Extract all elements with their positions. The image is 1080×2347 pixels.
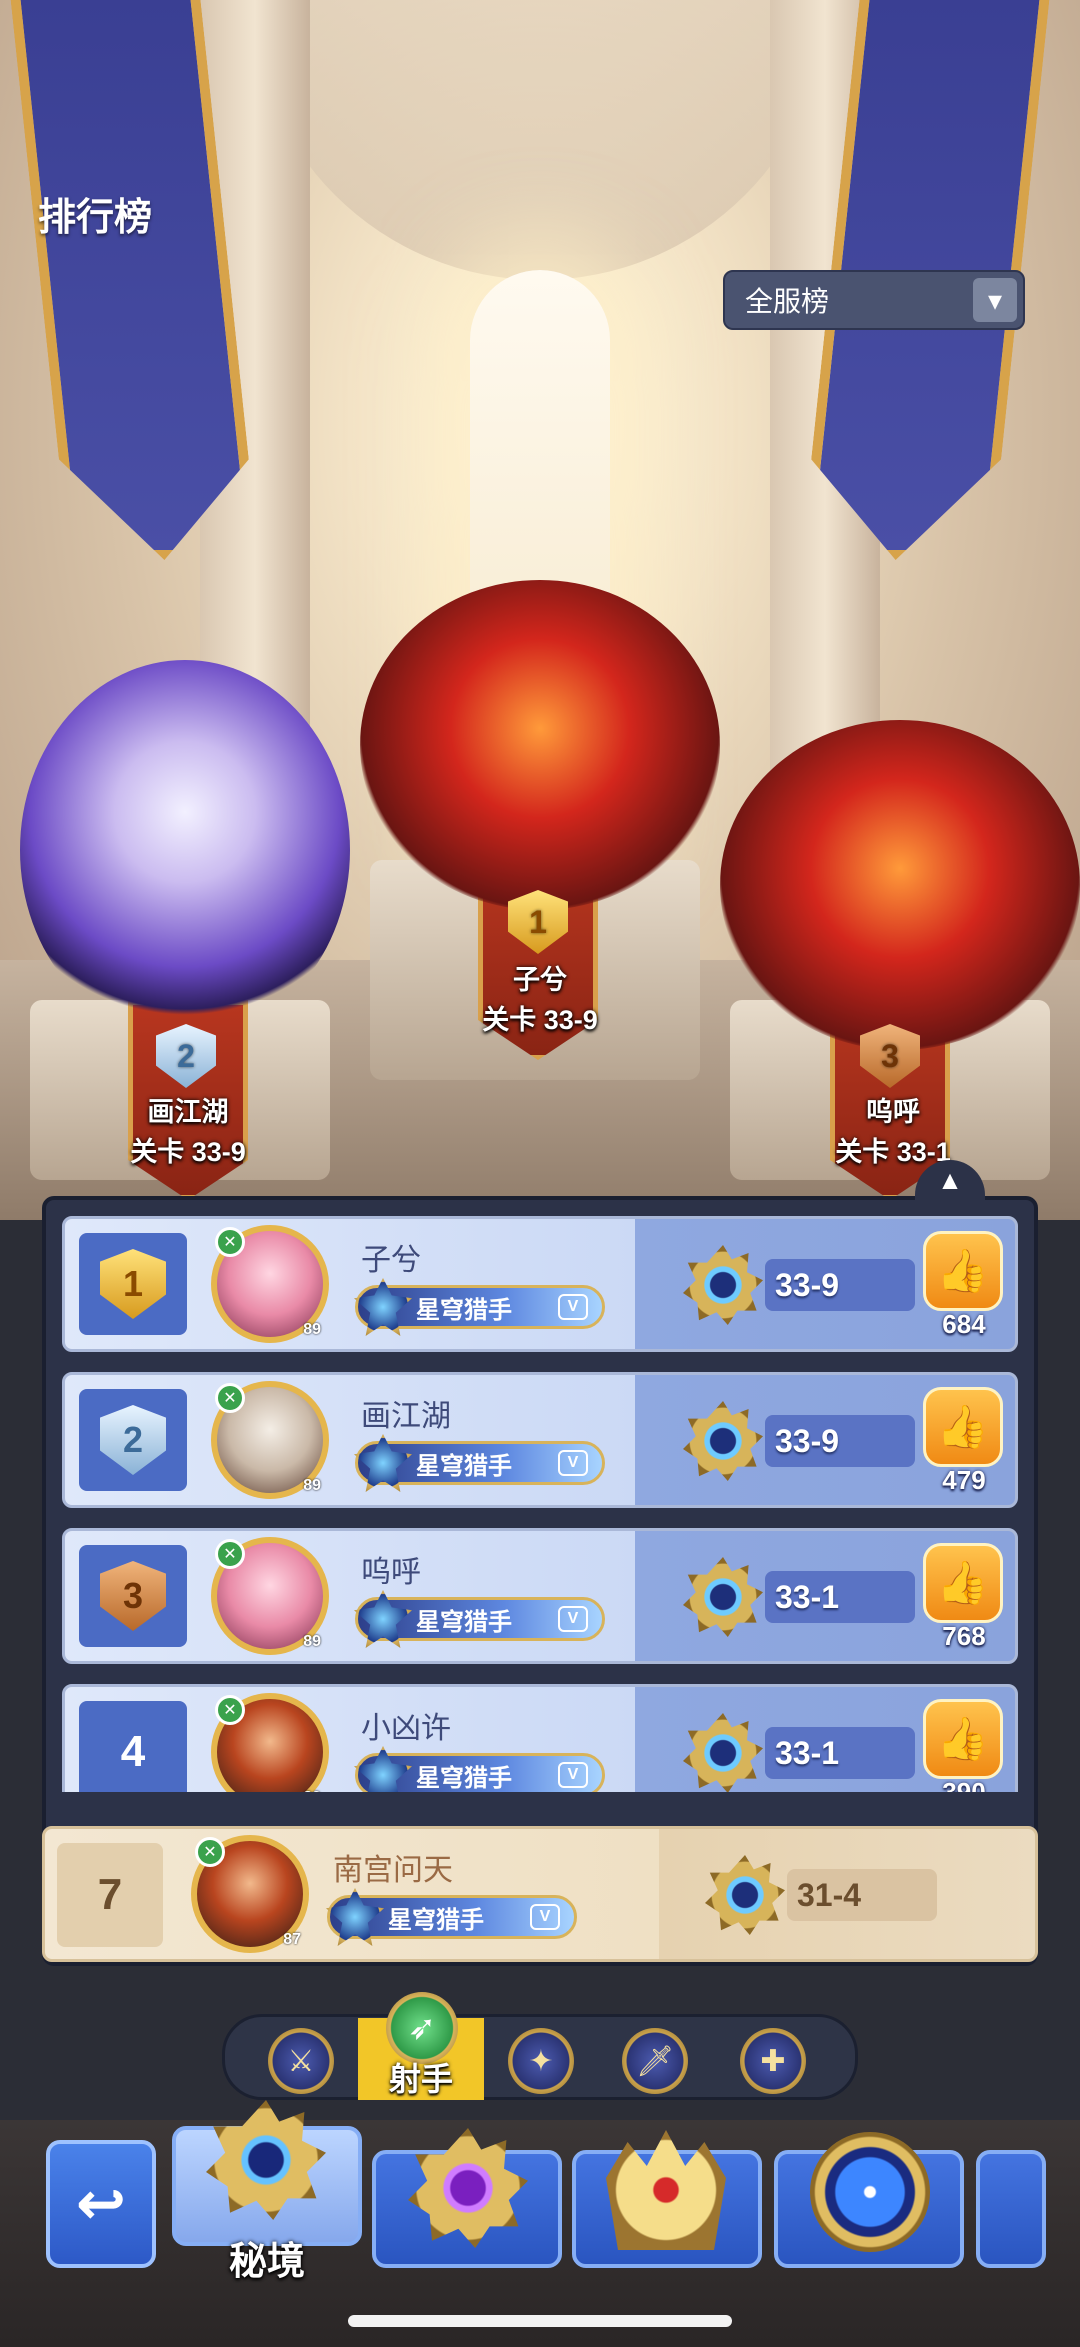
title-label: 星穹猎手 bbox=[416, 1764, 512, 1792]
home-indicator[interactable] bbox=[348, 2315, 732, 2327]
rank-box: 1 bbox=[79, 1233, 187, 1335]
leaderboard-row[interactable]: 1 ✕ 89 子兮 星穹猎手 V 33-9 👍 684 bbox=[62, 1216, 1018, 1352]
class-tag-icon: ✕ bbox=[215, 1227, 245, 1257]
crown-emblem-icon bbox=[606, 2130, 726, 2250]
secret-realm-emblem-icon bbox=[705, 1855, 785, 1935]
player-level: 89 bbox=[303, 1789, 321, 1792]
class-tag-icon: ✕ bbox=[195, 1837, 225, 1867]
thumbs-up-icon[interactable]: 👍 bbox=[923, 1387, 1003, 1467]
title-badge: 星穹猎手 V bbox=[354, 1278, 605, 1336]
rank-box: 4 bbox=[79, 1701, 187, 1792]
my-name: 南宫问天 bbox=[333, 1854, 453, 1887]
title-badge: 星穹猎手 V bbox=[354, 1746, 605, 1792]
leaderboard-row[interactable]: 2 ✕ 89 画江湖 星穹猎手 V 33-9 👍 479 bbox=[62, 1372, 1018, 1508]
server-filter-dropdown[interactable]: 全服榜 ▾ bbox=[723, 270, 1025, 330]
rank-badge: 2 bbox=[100, 1405, 166, 1475]
class-tag-icon: ✕ bbox=[215, 1383, 245, 1413]
secret-realm-emblem-icon bbox=[683, 1401, 763, 1481]
stage-value: 33-1 bbox=[765, 1727, 915, 1779]
player-level: 89 bbox=[303, 1477, 321, 1494]
secret-realm-emblem-icon bbox=[683, 1245, 763, 1325]
thumbs-up-icon[interactable]: 👍 bbox=[923, 1699, 1003, 1779]
vip-mark: V bbox=[558, 1762, 588, 1788]
class-tag-icon: ✕ bbox=[215, 1539, 245, 1569]
my-rank-box: 7 bbox=[57, 1843, 163, 1947]
stage-value: 33-9 bbox=[765, 1415, 915, 1467]
title-badge: 星穹猎手 V bbox=[354, 1434, 605, 1492]
title-crest-icon bbox=[354, 1590, 412, 1648]
player-level: 89 bbox=[303, 1321, 321, 1338]
podium-first-name: 子兮 bbox=[513, 965, 567, 995]
secret-realm-emblem-icon bbox=[683, 1713, 763, 1792]
tab-partial-emblem[interactable] bbox=[976, 2150, 1046, 2268]
player-name: 呜呼 bbox=[361, 1556, 421, 1589]
leaderboard-row[interactable]: 4 ✕ 89 小凶许 星穹猎手 V 33-1 👍 390 bbox=[62, 1684, 1018, 1792]
hero-first[interactable] bbox=[360, 580, 720, 910]
title-crest-icon bbox=[326, 1888, 384, 1946]
thumbs-up-icon[interactable]: 👍 bbox=[923, 1543, 1003, 1623]
class-filter-active-label[interactable]: 射手 bbox=[358, 2054, 484, 2100]
my-title-badge: 星穹猎手 V bbox=[326, 1888, 577, 1946]
podium-first-stage: 关卡 33-9 bbox=[482, 1005, 598, 1035]
rank-badge: 3 bbox=[100, 1561, 166, 1631]
vip-mark: V bbox=[558, 1606, 588, 1632]
title-badge: 星穹猎手 V bbox=[354, 1590, 605, 1648]
title-crest-icon bbox=[354, 1746, 412, 1792]
avatar[interactable]: ✕ 89 bbox=[211, 1381, 329, 1499]
my-title-label: 星穹猎手 bbox=[388, 1906, 484, 1934]
player-level: 89 bbox=[303, 1633, 321, 1650]
back-arrow-icon[interactable]: ↩ bbox=[46, 2140, 156, 2268]
tab-secret-realm-label: 秘境 bbox=[228, 2241, 305, 2283]
player-name: 小凶许 bbox=[361, 1712, 451, 1745]
hero-third[interactable] bbox=[720, 720, 1080, 1050]
leaderboard-row[interactable]: 3 ✕ 89 呜呼 星穹猎手 V 33-1 👍 768 bbox=[62, 1528, 1018, 1664]
avatar[interactable]: ✕ 89 bbox=[211, 1225, 329, 1343]
staff-icon[interactable]: ✦ bbox=[508, 2028, 574, 2094]
player-name: 画江湖 bbox=[361, 1400, 451, 1433]
class-tag-icon: ✕ bbox=[215, 1695, 245, 1725]
hero-second[interactable] bbox=[20, 660, 350, 1040]
title-crest-icon bbox=[354, 1278, 412, 1336]
dome-decoration bbox=[250, 0, 830, 280]
my-stage-value: 31-4 bbox=[787, 1869, 937, 1921]
podium-third-name: 呜呼 bbox=[866, 1097, 920, 1127]
server-filter-label: 全服榜 bbox=[745, 286, 830, 317]
thumbs-up-icon[interactable]: 👍 bbox=[923, 1231, 1003, 1311]
holy-cross-icon[interactable]: ✚ bbox=[740, 2028, 806, 2094]
avatar[interactable]: ✕ 89 bbox=[211, 1537, 329, 1655]
stage-value: 33-1 bbox=[765, 1571, 915, 1623]
vip-mark: V bbox=[558, 1450, 588, 1476]
title-label: 星穹猎手 bbox=[416, 1452, 512, 1480]
stage-value: 33-9 bbox=[765, 1259, 915, 1311]
title-label: 星穹猎手 bbox=[416, 1608, 512, 1636]
axe-icon[interactable]: ⚔ bbox=[268, 2028, 334, 2094]
page-title: 排行榜 bbox=[38, 197, 153, 239]
like-count: 768 bbox=[942, 1621, 986, 1651]
dagger-icon[interactable]: 🗡 bbox=[622, 2028, 688, 2094]
vip-mark: V bbox=[558, 1294, 588, 1320]
leaderboard-list[interactable]: 1 ✕ 89 子兮 星穹猎手 V 33-9 👍 684 2 ✕ 89 画江湖 星… bbox=[62, 1216, 1018, 1792]
rank-box: 2 bbox=[79, 1389, 187, 1491]
vip-mark: V bbox=[530, 1904, 560, 1930]
like-count: 684 bbox=[942, 1309, 986, 1339]
player-name: 子兮 bbox=[361, 1244, 421, 1277]
avatar[interactable]: ✕ 89 bbox=[211, 1693, 329, 1792]
like-count: 479 bbox=[942, 1465, 986, 1495]
star-emblem-icon bbox=[810, 2132, 930, 2252]
my-avatar[interactable]: ✕ 87 bbox=[191, 1835, 309, 1953]
title-crest-icon bbox=[354, 1434, 412, 1492]
rank-box: 3 bbox=[79, 1545, 187, 1647]
podium-second-name: 画江湖 bbox=[147, 1097, 229, 1127]
my-rank-row[interactable]: 7 ✕ 87 南宫问天 星穹猎手 V 31-4 bbox=[42, 1826, 1038, 1962]
like-count: 390 bbox=[942, 1777, 986, 1792]
secret-realm-emblem-icon bbox=[683, 1557, 763, 1637]
chevron-down-icon[interactable]: ▾ bbox=[973, 278, 1017, 322]
title-label: 星穹猎手 bbox=[416, 1296, 512, 1324]
rank-badge: 1 bbox=[100, 1249, 166, 1319]
my-level: 87 bbox=[283, 1931, 301, 1948]
podium-second-stage: 关卡 33-9 bbox=[130, 1137, 246, 1167]
